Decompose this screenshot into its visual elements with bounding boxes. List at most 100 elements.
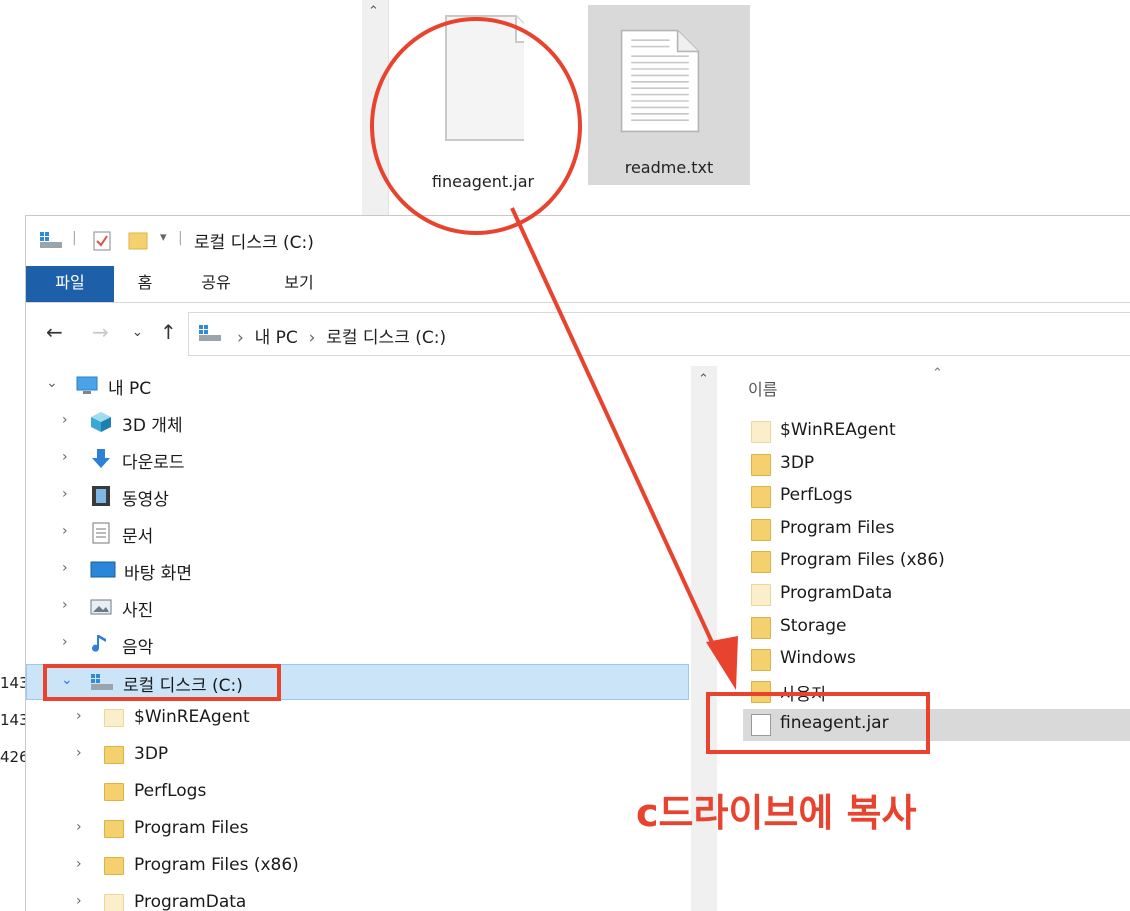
chevron-right-icon[interactable]: › xyxy=(76,856,82,872)
nav-item-label: 문서 xyxy=(122,527,154,547)
folder-icon xyxy=(751,551,771,573)
list-item[interactable]: $WinREAgent xyxy=(743,416,1130,448)
chevron-right-icon[interactable]: › xyxy=(76,708,82,724)
address-toolbar: ← → ⌄ ↑ › 내 PC › 로컬 디스크 (C:) xyxy=(26,312,1130,356)
folder-icon xyxy=(751,454,771,476)
tab-view[interactable]: 보기 xyxy=(274,266,324,302)
music-note-icon xyxy=(92,635,106,652)
annotation-label: c드라이브에 복사 xyxy=(636,791,917,835)
list-item[interactable]: Program Files xyxy=(743,514,1130,546)
new-folder-icon[interactable] xyxy=(128,230,150,250)
tab-file[interactable]: 파일 xyxy=(26,266,114,302)
folder-icon xyxy=(751,617,771,639)
separator: | xyxy=(178,230,183,246)
chevron-right-icon[interactable]: › xyxy=(62,449,68,465)
nav-item-perflogs[interactable]: PerfLogs xyxy=(26,775,689,811)
chevron-right-icon[interactable]: › xyxy=(62,412,68,428)
nav-item-pictures[interactable]: › 사진 xyxy=(26,590,689,626)
nav-item-music[interactable]: › 음악 xyxy=(26,627,689,663)
nav-item-program-files-x86[interactable]: › Program Files (x86) xyxy=(26,849,689,885)
nav-item-label: $WinREAgent xyxy=(134,707,250,727)
chevron-right-icon[interactable]: › xyxy=(62,597,68,613)
list-item[interactable]: 3DP xyxy=(743,449,1130,481)
breadcrumb-separator-icon: › xyxy=(237,328,244,348)
up-arrow-icon[interactable]: ↑ xyxy=(160,320,177,344)
folder-icon xyxy=(751,486,771,508)
folder-icon xyxy=(751,584,771,606)
address-bar[interactable]: › 내 PC › 로컬 디스크 (C:) xyxy=(188,312,1130,356)
nav-item-videos[interactable]: › 동영상 xyxy=(26,479,689,515)
window-title: 로컬 디스크 (C:) xyxy=(194,233,314,253)
chevron-right-icon[interactable]: › xyxy=(62,560,68,576)
ribbon-tabs: 파일 홈 공유 보기 xyxy=(26,266,1130,303)
file-explorer-window: | ▾ | 로컬 디스크 (C:) 파일 홈 공유 보기 ← → ⌄ ↑ › 내… xyxy=(25,215,1130,911)
nav-item-desktop[interactable]: › 바탕 화면 xyxy=(26,553,689,589)
folder-icon xyxy=(104,783,124,801)
chevron-right-icon[interactable]: › xyxy=(76,819,82,835)
list-item[interactable]: ProgramData xyxy=(743,579,1130,611)
nav-item-winreagent[interactable]: › $WinREAgent xyxy=(26,701,689,737)
customize-quick-access-icon[interactable]: ▾ xyxy=(160,230,167,245)
nav-item-my-pc[interactable]: ⌄ 내 PC xyxy=(26,368,689,404)
folder-icon xyxy=(104,894,124,911)
list-item-label: Windows xyxy=(780,648,856,668)
desktop-icon xyxy=(90,561,116,578)
nav-item-label: Program Files (x86) xyxy=(134,855,299,875)
nav-item-label: ProgramData xyxy=(134,892,247,911)
properties-icon[interactable] xyxy=(92,230,112,252)
download-arrow-icon xyxy=(92,449,110,468)
chevron-right-icon[interactable]: › xyxy=(76,745,82,761)
list-item[interactable]: Windows xyxy=(743,644,1130,676)
nav-item-label: 내 PC xyxy=(108,379,152,399)
folder-icon xyxy=(104,709,124,727)
folder-icon xyxy=(751,421,771,443)
chevron-right-icon[interactable]: › xyxy=(76,893,82,909)
nav-item-programdata[interactable]: › ProgramData xyxy=(26,886,689,911)
list-item[interactable]: Program Files (x86) xyxy=(743,546,1130,578)
list-item-label: Program Files xyxy=(780,518,895,538)
tab-share[interactable]: 공유 xyxy=(192,266,240,302)
list-item-label: Storage xyxy=(780,616,847,636)
file-name: readme.txt xyxy=(624,158,714,177)
forward-arrow-icon[interactable]: → xyxy=(92,320,109,344)
drive-icon xyxy=(199,325,221,341)
breadcrumb-separator-icon: › xyxy=(308,328,316,348)
list-item[interactable]: Storage xyxy=(743,612,1130,644)
list-item-label: 3DP xyxy=(780,453,815,473)
nav-item-documents[interactable]: › 문서 xyxy=(26,516,689,552)
back-arrow-icon[interactable]: ← xyxy=(46,320,63,344)
nav-item-3dp[interactable]: › 3DP xyxy=(26,738,689,774)
recent-locations-chevron-icon[interactable]: ⌄ xyxy=(132,325,143,340)
nav-item-3d-objects[interactable]: › 3D 개체 xyxy=(26,405,689,441)
nav-item-label: 동영상 xyxy=(122,490,169,510)
drive-icon xyxy=(40,232,62,248)
annotation-box-fineagent-jar xyxy=(706,692,930,754)
navigation-pane: ⌄ 내 PC › 3D 개체 › 다운로드 › 동영상 › 문서 › 바탕 화면 xyxy=(26,366,691,911)
scroll-up-icon[interactable]: ⌃ xyxy=(368,4,379,19)
folder-icon xyxy=(104,857,124,875)
folder-icon xyxy=(104,746,124,764)
separator: | xyxy=(72,230,77,246)
tab-home[interactable]: 홈 xyxy=(122,266,168,302)
file-icon-readme-txt[interactable]: readme.txt xyxy=(588,5,750,185)
breadcrumb-item-my-pc[interactable]: 내 PC xyxy=(255,328,298,348)
pictures-icon xyxy=(90,599,112,615)
annotation-circle xyxy=(370,17,582,235)
chevron-down-icon[interactable]: ⌄ xyxy=(46,375,58,391)
nav-item-downloads[interactable]: › 다운로드 xyxy=(26,442,689,478)
folder-icon xyxy=(751,519,771,541)
nav-item-label: 사진 xyxy=(122,601,154,621)
computer-icon xyxy=(76,376,98,394)
chevron-right-icon[interactable]: › xyxy=(62,634,68,650)
column-header-name[interactable]: 이름 xyxy=(748,376,777,400)
chevron-right-icon[interactable]: › xyxy=(62,486,68,502)
nav-item-program-files[interactable]: › Program Files xyxy=(26,812,689,848)
cube-3d-icon xyxy=(91,412,111,432)
nav-item-label: PerfLogs xyxy=(134,781,207,801)
scroll-up-icon[interactable]: ⌃ xyxy=(698,372,709,387)
chevron-right-icon[interactable]: › xyxy=(62,523,68,539)
breadcrumb: › 내 PC › 로컬 디스크 (C:) xyxy=(237,323,446,348)
nav-item-label: 3DP xyxy=(134,744,169,764)
breadcrumb-item-local-disk[interactable]: 로컬 디스크 (C:) xyxy=(326,328,446,348)
list-item[interactable]: PerfLogs xyxy=(743,481,1130,513)
